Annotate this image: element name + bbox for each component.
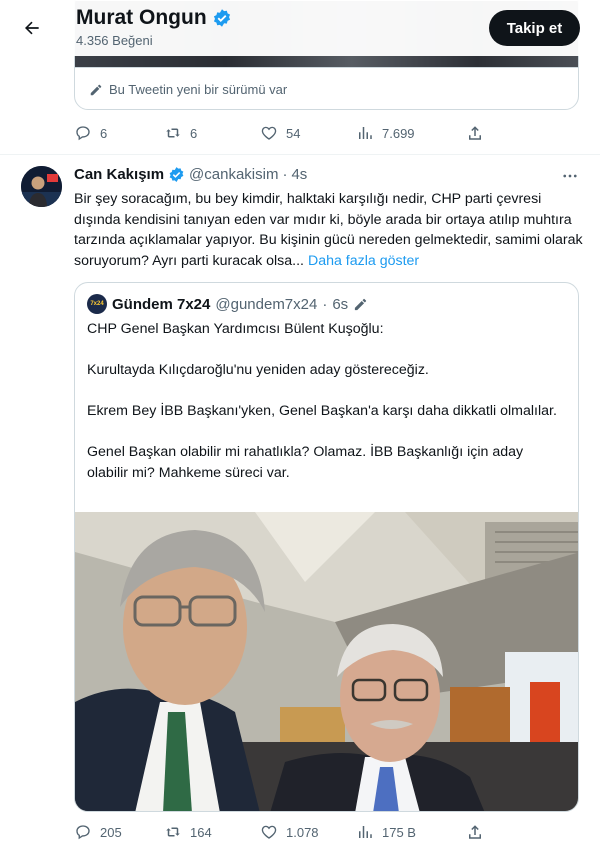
reply-icon <box>76 126 90 141</box>
edit-pencil-icon <box>355 298 367 310</box>
share-button[interactable] <box>466 124 484 142</box>
quoted-author-avatar: 7x24 <box>87 294 107 314</box>
like-count: 54 <box>286 125 301 141</box>
share-button[interactable] <box>466 823 484 841</box>
quoted-paragraph: Ekrem Bey İBB Başkanı'yken, Genel Başkan… <box>87 403 557 419</box>
quoted-author-handle: @gundem7x24 <box>215 295 318 313</box>
edited-tweet-notice-text: Bu Tweetin yeni bir sürümü var <box>109 82 288 97</box>
quoted-tweet-card[interactable]: 7x24 Gündem 7x24 @gundem7x24 · 6s CHP Ge… <box>74 282 579 812</box>
tweet-actions: 205 164 1.078 175 B <box>74 820 494 844</box>
views-chart-icon <box>359 127 372 139</box>
retweet-icon <box>166 128 180 138</box>
author-avatar-image <box>21 166 62 207</box>
author-name[interactable]: Can Kakışım <box>74 166 164 183</box>
retweet-count: 164 <box>190 824 212 840</box>
back-button[interactable] <box>14 10 50 46</box>
quoted-paragraph: Kurultayda Kılıçdaroğlu'nu yeniden aday … <box>87 362 429 378</box>
like-button[interactable]: 54 <box>260 124 356 142</box>
views-count: 7.699 <box>382 125 415 141</box>
follow-button[interactable]: Takip et <box>489 10 580 46</box>
dot-separator: · <box>322 295 328 313</box>
retweet-button[interactable]: 164 <box>164 823 260 841</box>
verified-badge-icon <box>213 9 230 27</box>
quoted-avatar-text: 7x24 <box>90 301 104 307</box>
more-options-button[interactable] <box>560 166 580 186</box>
reply-icon <box>76 825 90 840</box>
author-avatar[interactable] <box>21 166 62 207</box>
retweet-count: 6 <box>190 125 198 141</box>
heart-icon <box>261 126 277 140</box>
views-chart-icon <box>359 826 372 838</box>
views-count: 175 B <box>382 824 416 840</box>
verified-badge-icon <box>169 167 184 182</box>
like-button[interactable]: 1.078 <box>260 823 356 841</box>
quoted-tweet-body: CHP Genel Başkan Yardımcısı Bülent Kuşoğ… <box>87 319 567 504</box>
more-horizontal-icon <box>563 174 577 178</box>
reply-button[interactable]: 6 <box>74 124 164 142</box>
reply-button[interactable]: 205 <box>74 823 164 841</box>
share-icon <box>469 126 481 140</box>
author-handle[interactable]: @cankakisim <box>189 166 278 183</box>
header-profile-name: Murat Ongun <box>76 6 232 30</box>
quoted-tweet-header: 7x24 Gündem 7x24 @gundem7x24 · 6s <box>87 294 368 314</box>
header-name-text: Murat Ongun <box>76 6 207 29</box>
tweet-time[interactable]: 4s <box>291 166 307 183</box>
share-icon <box>469 825 481 839</box>
retweet-icon <box>166 827 180 837</box>
profile-header: Murat Ongun 4.356 Beğeni Takip et <box>0 0 600 56</box>
quoted-tweet-time: 6s <box>332 295 349 313</box>
tweet-body: Bir şey soracağım, bu bey kimdir, halkta… <box>74 189 584 271</box>
heart-icon <box>261 825 277 839</box>
views-button[interactable]: 175 B <box>356 823 466 841</box>
quoted-tweet-photo[interactable] <box>75 512 579 812</box>
quoted-author-name: Gündem 7x24 <box>112 295 211 313</box>
tweet-divider <box>0 154 600 155</box>
quoted-paragraph: CHP Genel Başkan Yardımcısı Bülent Kuşoğ… <box>87 321 384 337</box>
retweet-button[interactable]: 6 <box>164 124 260 142</box>
like-count: 1.078 <box>286 824 319 840</box>
edited-tweet-notice[interactable]: Bu Tweetin yeni bir sürümü var <box>75 67 578 109</box>
reply-count: 205 <box>100 824 122 840</box>
dot-separator: · <box>282 166 288 183</box>
reply-count: 6 <box>100 125 108 141</box>
show-more-link[interactable]: Daha fazla göster <box>308 253 419 269</box>
views-button[interactable]: 7.699 <box>356 124 466 142</box>
arrow-left-icon <box>25 21 39 35</box>
quoted-paragraph: Genel Başkan olabilir mi rahatlıkla? Ola… <box>87 444 524 481</box>
tweet-header: Can Kakışım @cankakisim · 4s <box>74 166 307 183</box>
edit-pencil-icon <box>90 84 102 95</box>
previous-tweet-actions: 6 6 54 7.699 <box>74 121 494 145</box>
header-likes-count: 4.356 Beğeni <box>76 33 153 48</box>
